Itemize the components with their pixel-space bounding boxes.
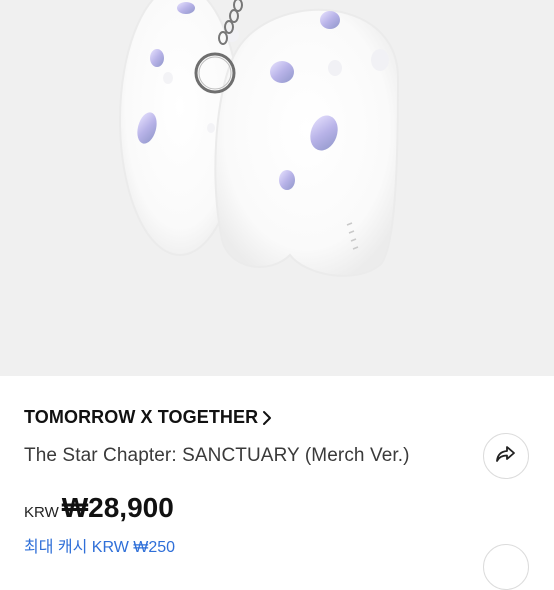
product-info: TOMORROW X TOGETHER The Star Chapter: SA…	[0, 376, 554, 556]
price: ₩28,900	[61, 492, 174, 523]
artist-name: TOMORROW X TOGETHER	[24, 407, 259, 427]
share-icon	[495, 444, 517, 469]
currency-label: KRW	[24, 504, 59, 521]
artist-link[interactable]: TOMORROW X TOGETHER	[24, 407, 272, 428]
product-image[interactable]	[0, 0, 554, 376]
max-cash-reward: 최대 캐시 KRW ₩250	[24, 539, 176, 556]
product-title: The Star Chapter: SANCTUARY (Merch Ver.)	[24, 445, 410, 466]
secondary-action-button[interactable]	[483, 544, 529, 590]
chevron-right-icon	[262, 410, 272, 426]
plush-keyring-illustration	[119, 0, 400, 277]
price-row: KRW ₩28,900	[24, 492, 174, 524]
share-button[interactable]	[483, 433, 529, 479]
